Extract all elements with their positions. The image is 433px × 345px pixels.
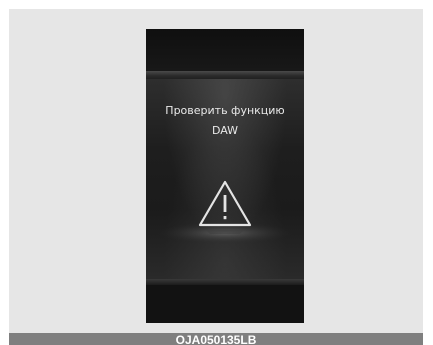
warning-message: Проверить функцию DAW	[146, 101, 304, 141]
figure-code: OJA050135LB	[175, 333, 257, 345]
warning-message-line2: DAW	[211, 124, 239, 137]
display-top-strip	[146, 29, 304, 71]
figure-caption-bar: OJA050135LB	[9, 333, 423, 345]
warning-message-line1: Проверить функцию	[165, 104, 285, 117]
warning-triangle-icon	[157, 180, 293, 244]
display-top-divider	[146, 71, 304, 79]
warning-icon-area	[146, 177, 304, 257]
cluster-display: Проверить функцию DAW	[146, 29, 304, 323]
display-bottom-strip	[146, 285, 304, 323]
